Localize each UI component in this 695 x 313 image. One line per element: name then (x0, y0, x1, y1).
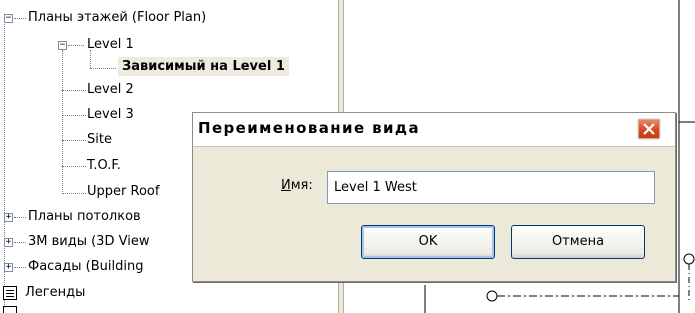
tree-connector (62, 140, 86, 141)
tree-item-level-2[interactable]: Level 2 (87, 80, 134, 99)
cancel-button[interactable]: Отмена (511, 225, 645, 259)
tree-connector (68, 45, 84, 46)
collapse-toggle[interactable]: − (58, 41, 67, 50)
tree-connector (14, 217, 26, 218)
grid-bubble (486, 290, 498, 302)
legend-icon (3, 286, 17, 300)
tree-connector (90, 68, 116, 69)
expand-toggle[interactable]: + (4, 213, 13, 222)
tree-connector (14, 267, 26, 268)
expand-toggle[interactable]: + (4, 263, 13, 272)
name-label: Имя: (281, 178, 313, 193)
tree-connector (62, 115, 86, 116)
tree-item-tof[interactable]: T.O.F. (87, 156, 121, 175)
tree-item-level-3[interactable]: Level 3 (87, 105, 134, 124)
tree-connector (62, 50, 63, 194)
tree-item-dependent-selected[interactable]: Зависимый на Level 1 (118, 57, 289, 76)
rename-view-dialog: Переименование вида Имя: Level 1 West OK… (192, 112, 676, 282)
tree-item-level-1[interactable]: Level 1 (87, 35, 134, 54)
tree-item-floor-plans[interactable]: Планы этажей (Floor Plan) (28, 8, 206, 27)
tree-item-legends[interactable]: Легенды (25, 283, 85, 302)
name-input[interactable]: Level 1 West (327, 171, 655, 204)
close-icon (643, 123, 655, 135)
grid-bubble (683, 253, 695, 265)
close-button[interactable] (637, 118, 661, 140)
tree-connector (62, 90, 86, 91)
tree-connector (14, 242, 26, 243)
dialog-title: Переименование вида (198, 119, 420, 137)
tree-item-elevations[interactable]: Фасады (Building (28, 257, 143, 276)
tree-item-site[interactable]: Site (87, 130, 112, 149)
tree-connector (62, 166, 86, 167)
ok-button[interactable]: OK (361, 225, 495, 259)
tree-item-upper-roof[interactable]: Upper Roof (87, 182, 159, 201)
collapse-toggle[interactable]: − (4, 14, 13, 23)
tree-item-3d-views[interactable]: 3М виды (3D View (28, 232, 149, 251)
schedule-icon (3, 306, 17, 313)
dialog-titlebar[interactable]: Переименование вида (193, 113, 675, 147)
expand-toggle[interactable]: + (4, 238, 13, 247)
tree-item-ceiling-plans[interactable]: Планы потолков (28, 207, 141, 226)
tree-connector (62, 193, 86, 194)
tree-connector (14, 18, 26, 19)
